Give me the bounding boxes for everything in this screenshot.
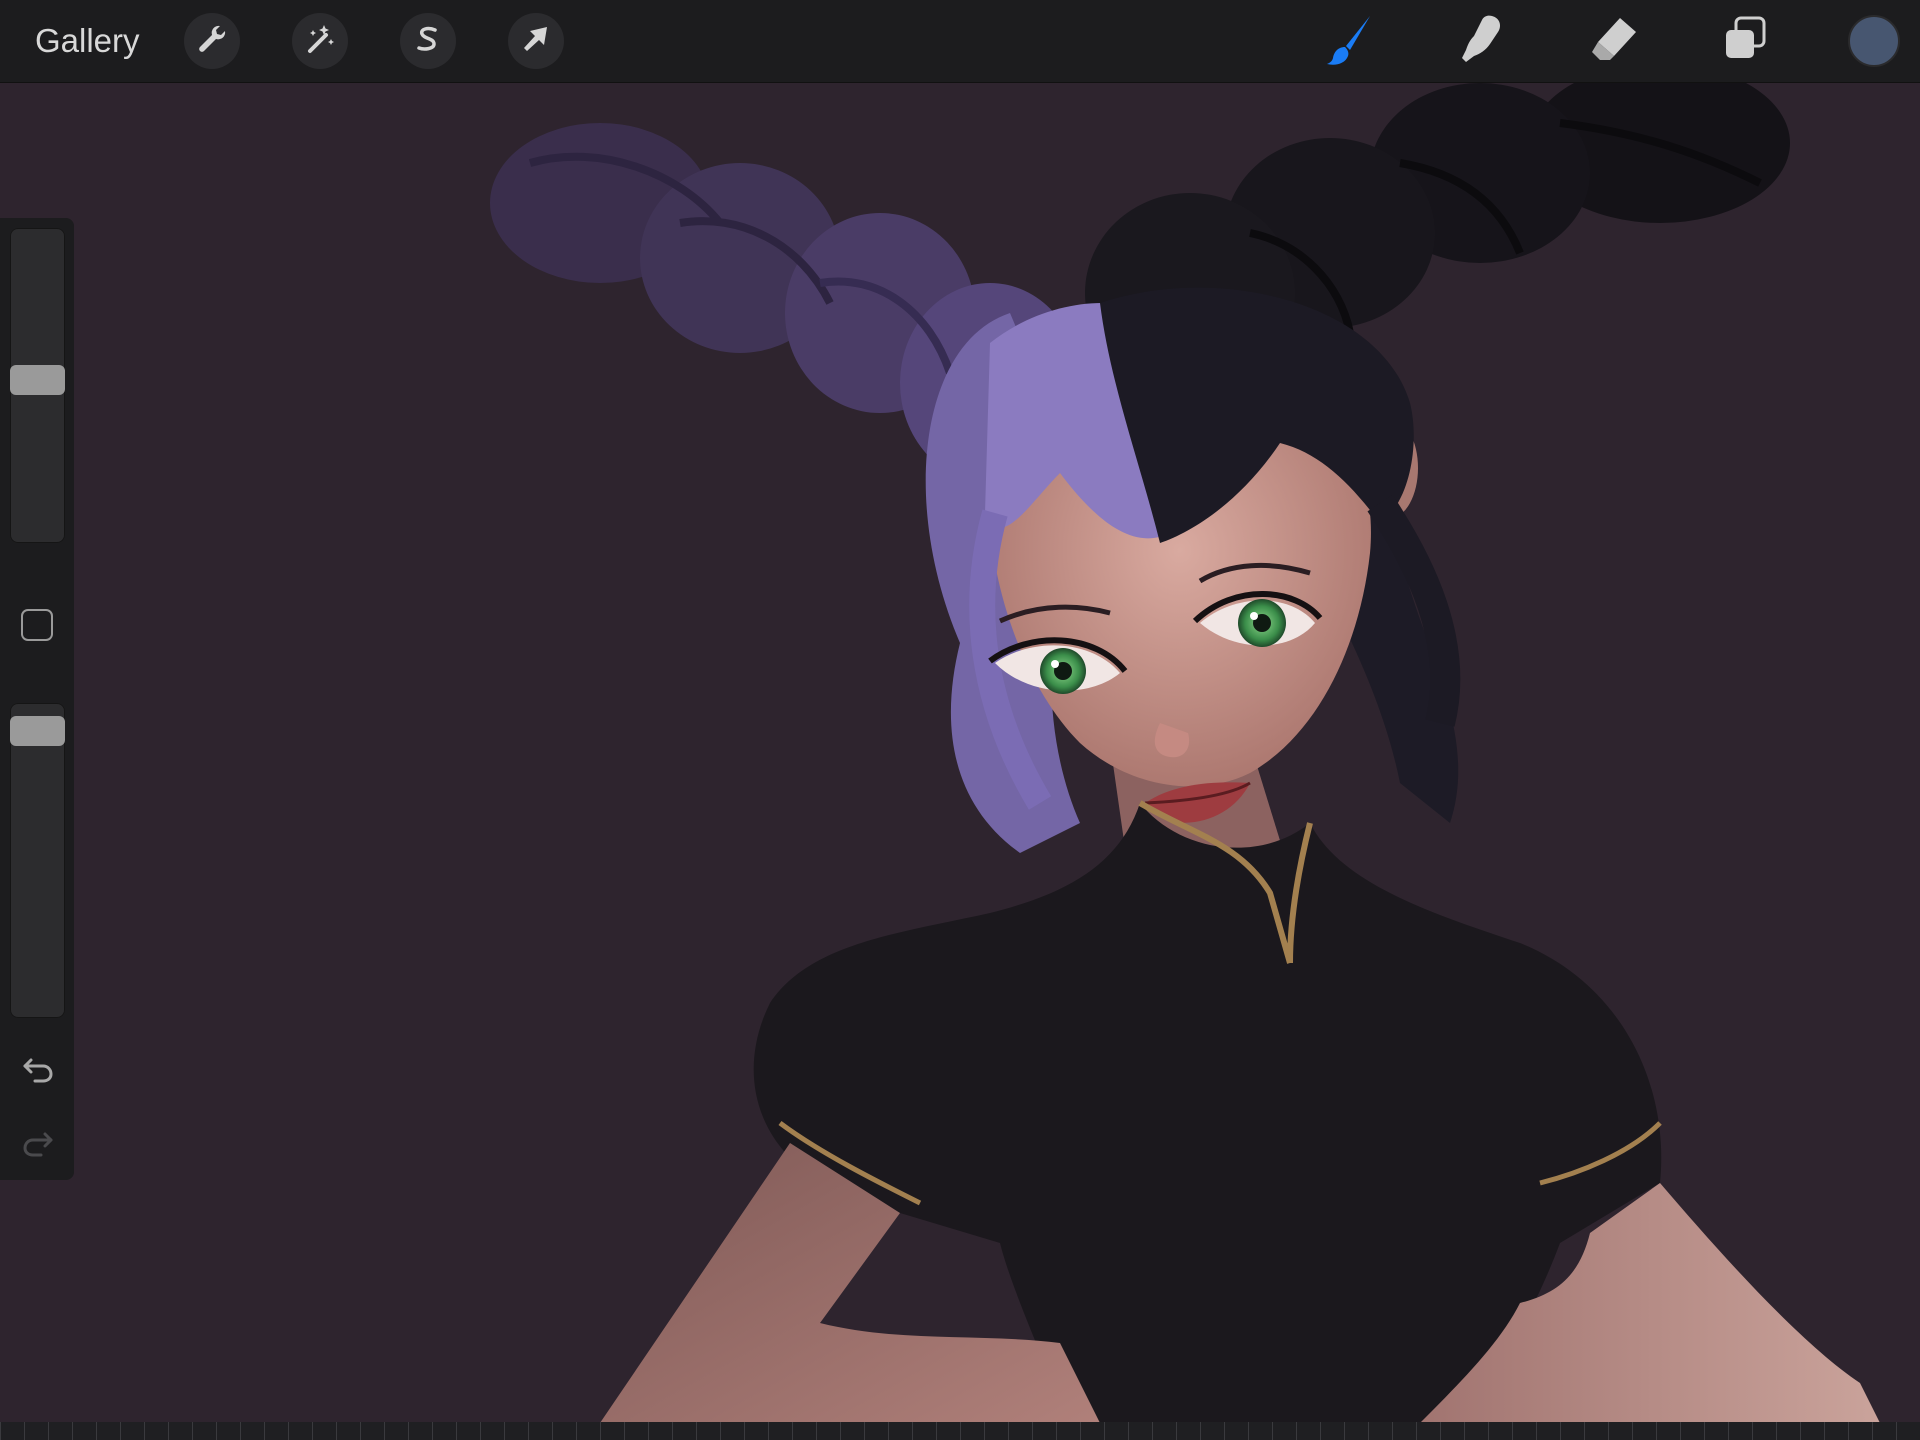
selection-s-icon	[410, 21, 446, 62]
artwork	[490, 83, 1880, 1423]
bottom-ruler	[0, 1422, 1920, 1440]
eraser-button[interactable]	[1584, 12, 1642, 70]
undo-button[interactable]	[18, 1050, 58, 1090]
drawing-canvas[interactable]	[0, 83, 1920, 1423]
redo-icon	[21, 1125, 55, 1164]
left-sidebar	[0, 218, 74, 1180]
layers-button[interactable]	[1716, 12, 1774, 70]
undo-icon	[21, 1051, 55, 1090]
modify-button[interactable]	[21, 609, 53, 641]
brush-icon	[1320, 10, 1378, 73]
transform-button[interactable]	[508, 13, 564, 69]
smudge-button[interactable]	[1452, 12, 1510, 70]
redo-button[interactable]	[18, 1124, 58, 1164]
opacity-thumb[interactable]	[10, 716, 65, 747]
brush-button[interactable]	[1320, 12, 1378, 70]
actions-button[interactable]	[184, 13, 240, 69]
opacity-slider[interactable]	[10, 703, 65, 1018]
top-toolbar: Gallery	[0, 0, 1920, 83]
arrow-cursor-icon	[518, 21, 554, 62]
gallery-button[interactable]: Gallery	[35, 20, 140, 62]
wrench-icon	[194, 21, 230, 62]
color-picker-button[interactable]	[1848, 15, 1900, 67]
smudge-finger-icon	[1452, 10, 1510, 73]
eraser-icon	[1584, 10, 1642, 73]
adjustments-button[interactable]	[292, 13, 348, 69]
layers-icon	[1716, 10, 1774, 73]
selection-button[interactable]	[400, 13, 456, 69]
magic-wand-icon	[302, 21, 338, 62]
brush-size-thumb[interactable]	[10, 365, 65, 395]
